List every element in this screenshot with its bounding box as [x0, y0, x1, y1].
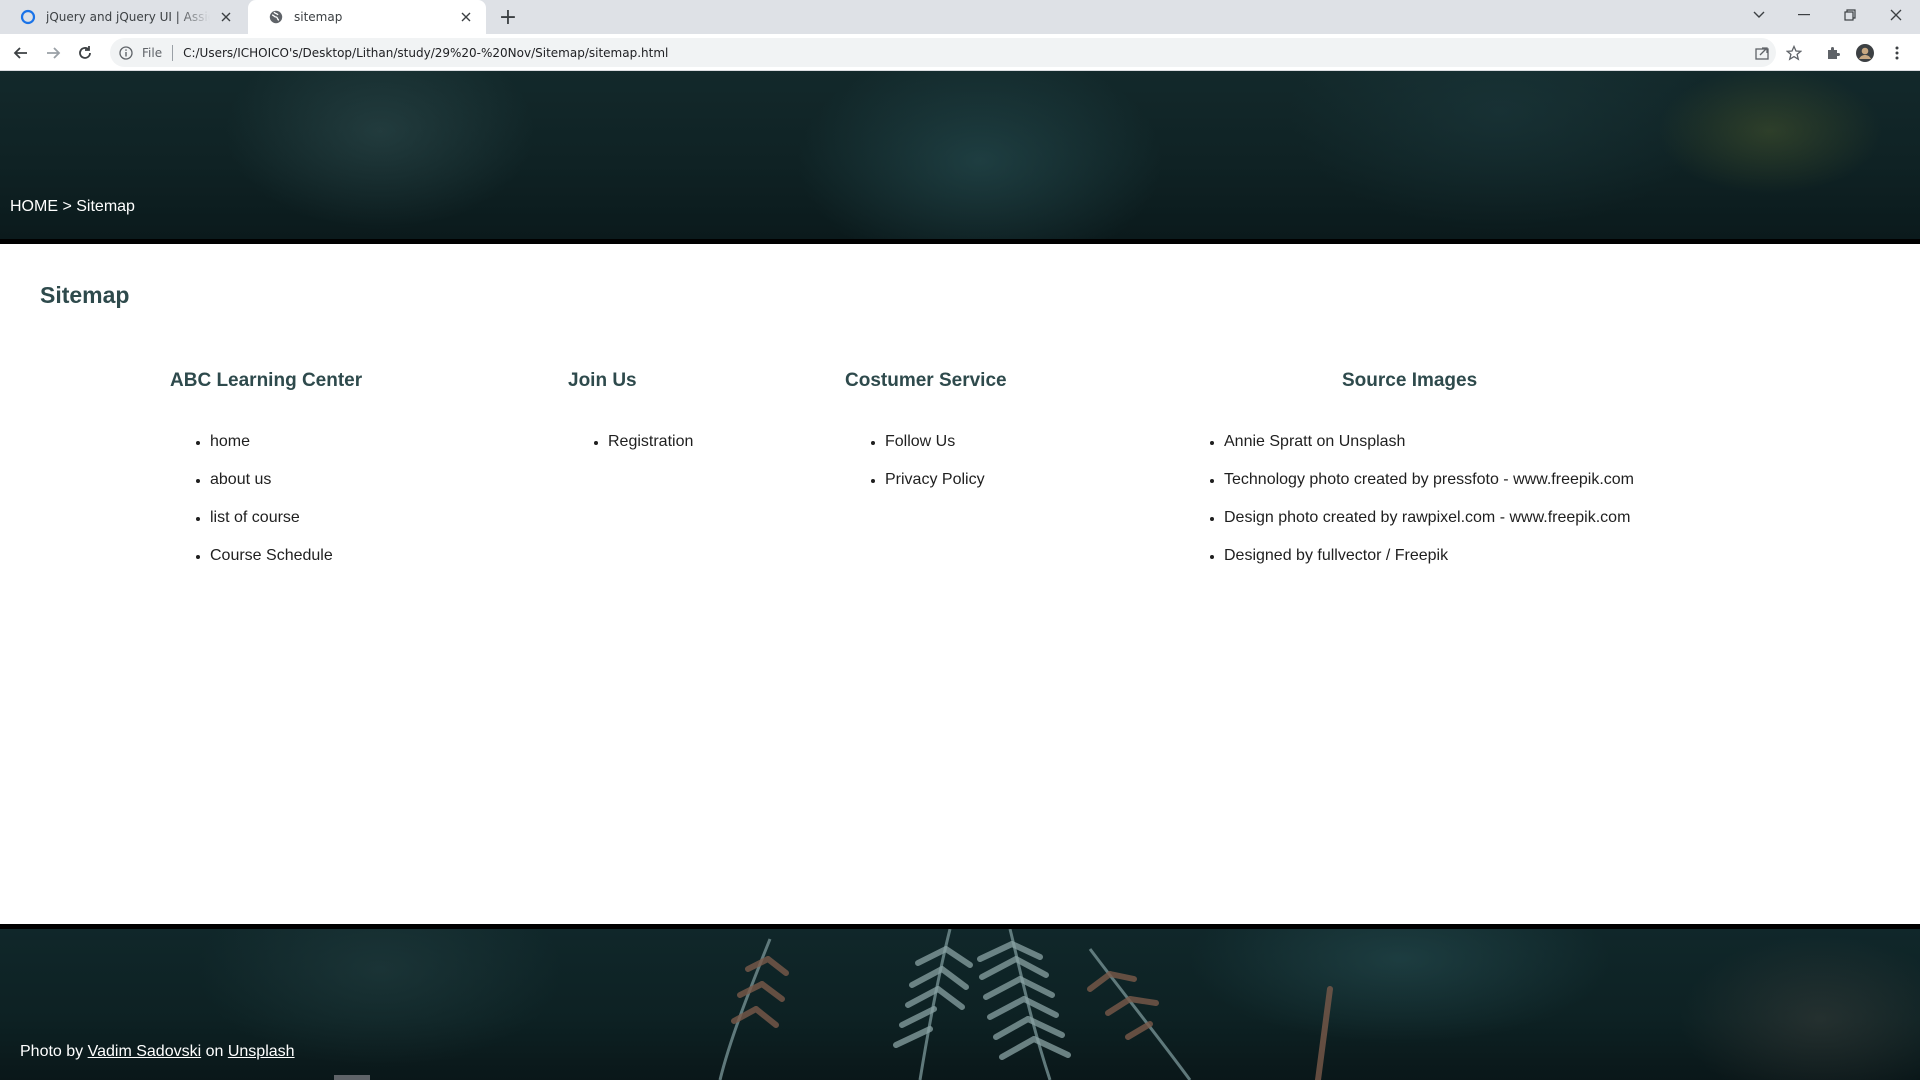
close-icon[interactable] [458, 9, 474, 25]
tab-title: sitemap [294, 10, 343, 24]
sitemap-column-service: Costumer Service Follow Us Privacy Polic… [845, 370, 1007, 508]
list-item[interactable]: Annie Spratt on Unsplash [1224, 432, 1634, 470]
sitemap-column-sources: Source Images Annie Spratt on Unsplash T… [1184, 370, 1634, 584]
footer-banner: Photo by Vadim Sadovski on Unsplash [0, 929, 1920, 1080]
tab-sitemap[interactable]: sitemap [248, 0, 486, 34]
info-icon[interactable] [118, 45, 134, 61]
scheme-label: File [142, 45, 163, 60]
link-list: Annie Spratt on Unsplash Technology phot… [1184, 432, 1634, 584]
url-text[interactable]: C:/Users/ICHOICO's/Desktop/Lithan/study/… [183, 46, 668, 60]
list-item[interactable]: about us [210, 470, 362, 508]
credit-prefix: Photo by [20, 1043, 84, 1060]
link-list: Registration [568, 432, 693, 470]
plus-icon[interactable]: + [495, 4, 521, 30]
unsplash-link[interactable]: Unsplash [228, 1043, 295, 1060]
address-bar[interactable]: File C:/Users/ICHOICO's/Desktop/Lithan/s… [110, 38, 1776, 67]
sitemap-column-abc: ABC Learning Center home about us list o… [170, 370, 362, 584]
breadcrumb-separator: > [62, 198, 72, 215]
sitemap-column-join: Join Us Registration [568, 370, 693, 470]
window-close-icon[interactable] [1876, 0, 1916, 30]
close-icon[interactable] [218, 9, 234, 25]
divider [172, 44, 174, 61]
list-item[interactable]: Course Schedule [210, 546, 362, 584]
forward-arrow-icon[interactable] [40, 40, 66, 66]
photo-credit: Photo by Vadim Sadovski on Unsplash [20, 1043, 295, 1061]
tab-favicon-icon [20, 9, 36, 25]
author-link[interactable]: Vadim Sadovski [88, 1043, 202, 1060]
tab-jquery[interactable]: jQuery and jQuery UI | Assignment [0, 0, 246, 34]
star-icon[interactable] [1783, 42, 1805, 64]
column-heading: Source Images [1342, 370, 1478, 391]
page-title: Sitemap [40, 282, 130, 308]
breadcrumb: HOME > Sitemap [10, 198, 135, 216]
column-heading: ABC Learning Center [170, 370, 363, 391]
credit-middle: on [205, 1043, 224, 1060]
reload-icon[interactable] [72, 40, 98, 66]
column-heading: Costumer Service [845, 370, 1007, 391]
tab-title: jQuery and jQuery UI | Assignment [46, 10, 210, 24]
puzzle-icon[interactable] [1822, 42, 1844, 64]
breadcrumb-current: Sitemap [76, 198, 135, 215]
list-item[interactable]: home [210, 432, 362, 470]
list-item[interactable]: Design photo created by rawpixel.com - w… [1224, 508, 1634, 546]
kebab-menu-icon[interactable] [1886, 42, 1908, 64]
back-arrow-icon[interactable] [8, 40, 34, 66]
restore-icon[interactable] [1830, 0, 1870, 30]
minimize-icon[interactable] [1784, 0, 1824, 30]
link-list: home about us list of course Course Sche… [170, 432, 362, 584]
list-item[interactable]: Registration [608, 432, 693, 470]
link-list: Follow Us Privacy Policy [845, 432, 1007, 508]
tab-strip: jQuery and jQuery UI | Assignment sitema… [0, 0, 1920, 34]
chevron-down-icon[interactable] [1739, 0, 1779, 30]
list-item[interactable]: Designed by fullvector / Freepik [1224, 546, 1634, 584]
globe-icon [268, 9, 284, 25]
column-heading: Join Us [568, 370, 637, 391]
profile-icon[interactable] [1854, 42, 1876, 64]
header-banner [0, 71, 1920, 239]
list-item[interactable]: list of course [210, 508, 362, 546]
browser-toolbar: File C:/Users/ICHOICO's/Desktop/Lithan/s… [0, 34, 1920, 71]
fern-image [718, 929, 1333, 1080]
divider [0, 239, 1920, 244]
list-item[interactable]: Privacy Policy [885, 470, 1007, 508]
breadcrumb-home-link[interactable]: HOME [10, 198, 58, 215]
list-item[interactable]: Technology photo created by pressfoto - … [1224, 470, 1634, 508]
list-item[interactable]: Follow Us [885, 432, 1007, 470]
scrollbar-thumb[interactable] [334, 1075, 370, 1080]
share-icon[interactable] [1751, 42, 1773, 64]
